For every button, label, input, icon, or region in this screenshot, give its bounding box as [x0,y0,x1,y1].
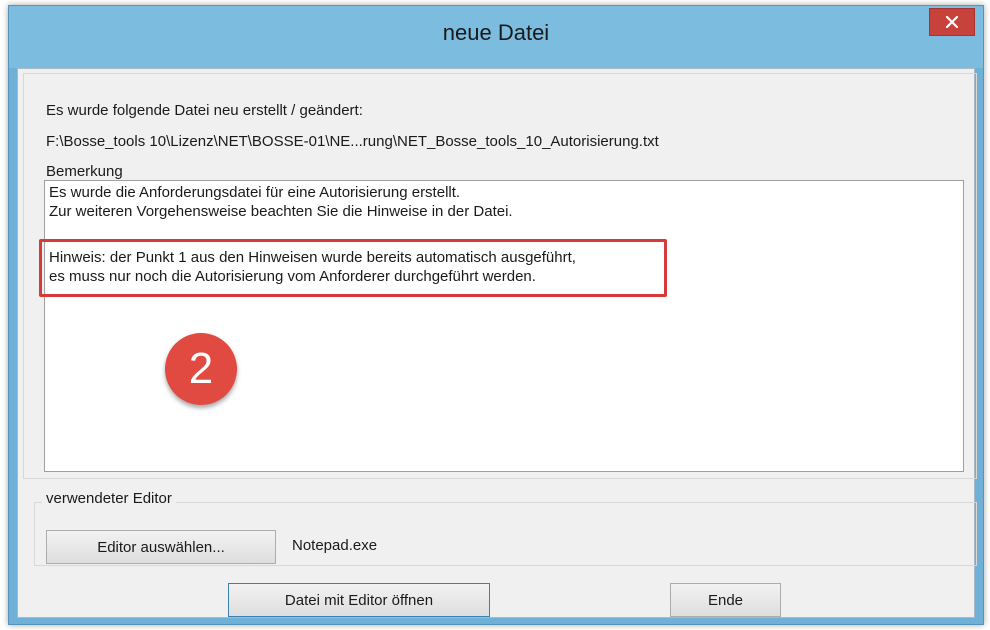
end-button[interactable]: Ende [670,583,781,617]
close-button[interactable] [929,8,975,36]
window-title: neue Datei [442,20,550,45]
title-bar[interactable]: neue Datei [9,6,983,68]
current-editor-value: Notepad.exe [292,537,378,554]
hint-highlight-box [39,239,667,297]
remark-line-1: Es wurde die Anforderungsdatei für eine … [49,184,461,201]
editor-group-label: verwendeter Editor [42,490,176,507]
close-icon [945,15,959,29]
open-with-editor-button[interactable]: Datei mit Editor öffnen [228,583,490,617]
step-number-badge: 2 [165,333,237,405]
file-path: F:\Bosse_tools 10\Lizenz\NET\BOSSE-01\NE… [46,133,659,150]
remark-textbox[interactable]: Es wurde die Anforderungsdatei für eine … [39,180,964,472]
select-editor-button[interactable]: Editor auswählen... [46,530,276,564]
created-label: Es wurde folgende Datei neu erstellt / g… [46,102,363,119]
remark-label: Bemerkung [46,163,123,180]
remark-line-2: Zur weiteren Vorgehensweise beachten Sie… [49,203,513,220]
